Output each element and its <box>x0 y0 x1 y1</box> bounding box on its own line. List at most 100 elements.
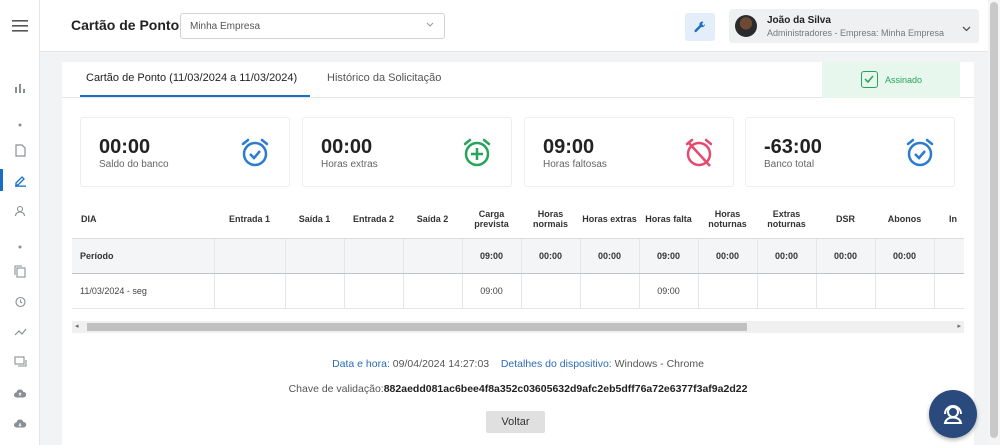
column-header: DIA <box>72 200 214 239</box>
table-header-row: DIA Entrada 1 Saída 1 Entrada 2 Saída 2 … <box>72 200 964 239</box>
card-value: 00:00 <box>321 136 373 158</box>
card-value: -63:00 <box>764 136 822 158</box>
card-label: Banco total <box>764 159 815 170</box>
table-cell <box>756 272 817 309</box>
horizontal-scrollbar[interactable]: ◂ ▸ <box>72 321 964 333</box>
table-cell: 00:00 <box>579 237 640 274</box>
alarm-check-icon <box>241 138 269 167</box>
vertical-scrollbar[interactable] <box>988 0 1000 445</box>
sidebar <box>0 0 40 445</box>
company-select-value: Minha Empresa <box>190 21 261 32</box>
column-header: In <box>934 200 964 239</box>
table-cell <box>213 272 286 309</box>
column-header: Horas noturnas <box>698 200 757 239</box>
table-cell <box>402 237 463 274</box>
table-cell <box>402 272 463 309</box>
scrollbar-thumb[interactable] <box>87 323 747 331</box>
support-button[interactable] <box>929 390 977 438</box>
validation-key-label: Chave de validação: <box>288 383 384 395</box>
table-cell <box>933 237 964 274</box>
user-menu[interactable]: João da Silva Administradores - Empresa:… <box>729 9 979 43</box>
table-cell <box>343 237 404 274</box>
scroll-right-icon[interactable]: ▸ <box>957 322 961 330</box>
card-label: Horas extras <box>321 159 378 170</box>
card-missing-hours: 09:00 Horas faltosas <box>524 117 734 187</box>
card-bank-total: -63:00 Banco total <box>745 117 955 187</box>
tab-time-card[interactable]: Cartão de Ponto (11/03/2024 a 11/03/2024… <box>86 72 297 84</box>
signature-info: Data e hora: 09/04/2024 14:27:03 Detalhe… <box>62 358 974 370</box>
table-cell: 09:00 <box>461 237 522 274</box>
alarm-plus-icon <box>463 138 491 167</box>
card-label: Horas faltosas <box>543 159 607 170</box>
tab-request-history[interactable]: Histórico da Solicitação <box>327 72 441 84</box>
chat-icon[interactable] <box>0 351 40 373</box>
user-icon[interactable] <box>0 200 40 222</box>
check-icon <box>861 71 878 88</box>
table-cell: 11/03/2024 - seg <box>72 272 215 309</box>
time-card-panel: Cartão de Ponto (11/03/2024 a 11/03/2024… <box>62 62 974 445</box>
cloud-upload-icon[interactable] <box>0 382 40 404</box>
alarm-icon[interactable] <box>0 290 40 312</box>
company-select[interactable]: Minha Empresa <box>180 13 445 39</box>
document-icon[interactable] <box>0 139 40 161</box>
signed-badge: Assinado <box>822 62 960 98</box>
tools-button[interactable] <box>685 13 715 41</box>
avatar <box>735 15 757 37</box>
tabs: Cartão de Ponto (11/03/2024 a 11/03/2024… <box>62 62 974 98</box>
card-value: 00:00 <box>99 136 151 158</box>
device-label: Detalhes do dispositivo: <box>500 358 612 370</box>
card-value: 09:00 <box>543 136 595 158</box>
headset-icon <box>943 405 963 424</box>
column-header: Entrada 2 <box>344 200 403 239</box>
table-cell: 09:00 <box>461 272 522 309</box>
validation-key-value: 882aedd081ac6bee4f8a352c03605632d9afc2eb… <box>383 383 748 395</box>
table-cell: 00:00 <box>756 237 817 274</box>
table-cell: 09:00 <box>638 237 699 274</box>
table-cell <box>343 272 404 309</box>
table-cell: 00:00 <box>815 237 876 274</box>
validation-key: Chave de validação:882aedd081ac6bee4f8a3… <box>62 383 974 395</box>
table-cell: 00:00 <box>520 237 581 274</box>
device-value: Windows - Chrome <box>614 358 704 370</box>
edit-icon[interactable] <box>0 169 40 191</box>
column-header: Horas extras <box>580 200 639 239</box>
table-cell <box>284 237 345 274</box>
datetime-label: Data e hora: <box>332 358 390 370</box>
table-cell: Período <box>72 237 215 274</box>
table-cell <box>284 272 345 309</box>
dot-icon <box>0 236 40 258</box>
column-header: Abonos <box>875 200 934 239</box>
table-row[interactable]: 11/03/2024 - seg 09:00 09:00 <box>72 272 964 309</box>
menu-icon[interactable] <box>0 15 40 37</box>
copy-icon[interactable] <box>0 260 40 282</box>
datetime-value: 09/04/2024 14:27:03 <box>392 358 490 370</box>
trend-icon[interactable] <box>0 321 40 343</box>
scrollbar-thumb[interactable] <box>990 2 998 438</box>
user-role: Administradores - Empresa: Minha Empresa <box>767 28 945 38</box>
table-cell <box>874 272 935 309</box>
cloud-download-icon[interactable] <box>0 412 40 434</box>
alarm-check-icon <box>906 138 934 167</box>
table-cell <box>579 272 640 309</box>
scroll-left-icon[interactable]: ◂ <box>75 322 79 330</box>
card-label: Saldo do banco <box>99 159 169 170</box>
column-header: Entrada 1 <box>214 200 285 239</box>
user-name: João da Silva <box>767 15 831 26</box>
dot-icon <box>0 114 40 136</box>
card-bank-balance: 00:00 Saldo do banco <box>80 117 290 187</box>
back-button[interactable]: Voltar <box>486 411 545 433</box>
table-row-period: Período 09:00 00:00 00:00 09:00 00:00 00… <box>72 237 964 274</box>
table-cell: 00:00 <box>697 237 758 274</box>
chevron-down-icon <box>962 19 971 37</box>
table-cell: 09:00 <box>638 272 699 309</box>
table-cell <box>697 272 758 309</box>
table-cell <box>815 272 876 309</box>
wrench-icon <box>694 21 706 33</box>
table-cell <box>520 272 581 309</box>
table-cell <box>933 272 964 309</box>
column-header: DSR <box>816 200 875 239</box>
time-card-table: DIA Entrada 1 Saída 1 Entrada 2 Saída 2 … <box>72 200 964 310</box>
column-header: Carga prevista <box>462 200 521 239</box>
alarm-off-icon <box>685 138 713 167</box>
chart-icon[interactable] <box>0 77 40 99</box>
